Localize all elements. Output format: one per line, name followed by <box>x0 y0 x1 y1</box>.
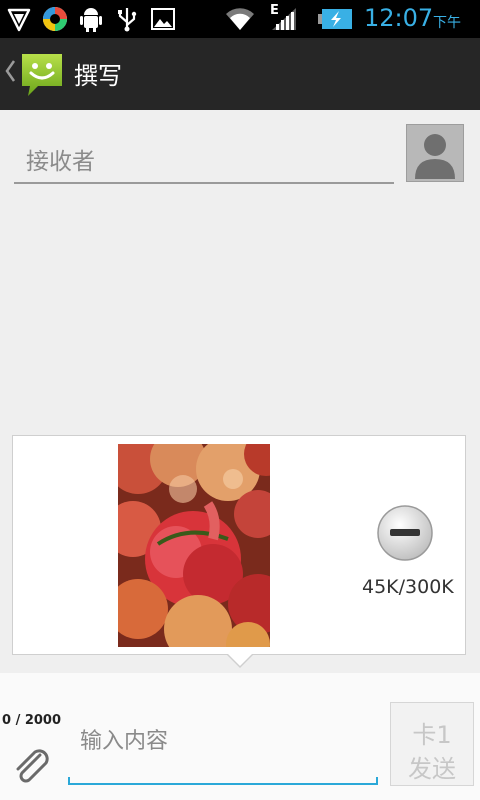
send-label: 发送 <box>408 755 456 783</box>
input-edge-left <box>68 777 70 785</box>
paperclip-icon[interactable] <box>10 745 52 787</box>
attachment-size: 45K/300K <box>362 576 454 598</box>
battery-charging-icon <box>318 9 352 29</box>
wifi-icon <box>226 8 254 30</box>
compose-bar: 0 / 2000 输入内容 卡1 发送 <box>0 673 480 800</box>
add-contact-button[interactable] <box>406 124 464 182</box>
usb-icon <box>118 8 137 32</box>
send-sim-label: 卡1 <box>412 721 452 749</box>
chevron-left-icon[interactable] <box>4 58 16 84</box>
attachment-panel: 45K/300K <box>12 435 466 655</box>
person-icon <box>415 134 455 179</box>
messaging-smiley-icon[interactable] <box>18 50 66 98</box>
action-bar: 撰写 <box>0 38 480 110</box>
image-icon <box>151 8 175 30</box>
char-count: 0 / 2000 <box>2 713 62 728</box>
clock-time: 12:07 <box>364 4 434 32</box>
panel-pointer <box>228 654 252 666</box>
recipient-placeholder: 接收者 <box>26 149 95 175</box>
message-placeholder: 输入内容 <box>80 729 169 754</box>
status-bar: E 12:07 下午 <box>0 0 480 38</box>
page-title: 撰写 <box>74 62 122 90</box>
app-icon <box>43 7 67 31</box>
send-button[interactable]: 卡1 发送 <box>390 702 474 786</box>
remove-attachment-button[interactable] <box>376 504 434 562</box>
attachment-image[interactable] <box>118 444 270 647</box>
tomatoes-photo <box>118 444 270 647</box>
input-edge-right <box>376 777 378 785</box>
shield-icon <box>7 8 31 32</box>
clock-ampm: 下午 <box>433 15 461 31</box>
signal-icon <box>272 8 296 30</box>
android-icon <box>80 8 102 32</box>
message-input[interactable]: 输入内容 <box>68 713 378 785</box>
recipient-input[interactable]: 接收者 <box>14 136 394 184</box>
